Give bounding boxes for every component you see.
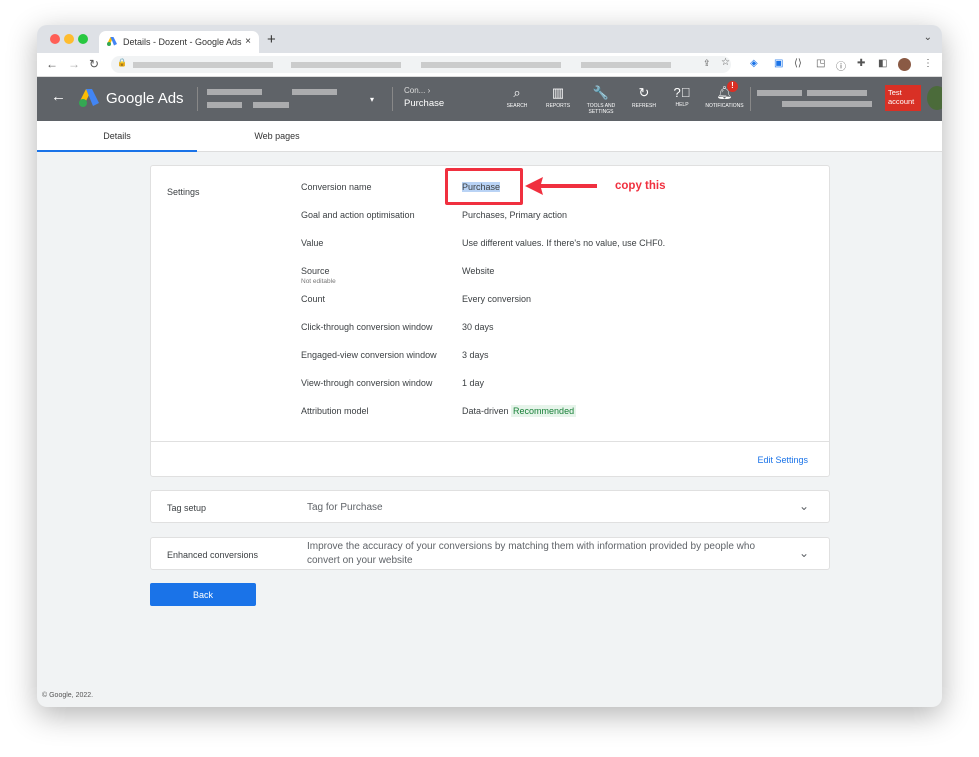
user-avatar[interactable] xyxy=(927,86,942,110)
extension-code-icon[interactable]: ⟨⟩ xyxy=(794,58,802,69)
settings-card: Settings Conversion name Purchase Goal and… xyxy=(150,165,830,477)
divider xyxy=(151,441,829,442)
profile-avatar[interactable] xyxy=(898,58,911,71)
setting-label: Source Not editable xyxy=(301,266,336,285)
address-bar-row: ← → ↻ 🔒 ⇪ ☆ ◈ ▣ ⟨⟩ ◳ ⓘ ✚ ◧ ⋮ xyxy=(37,53,942,77)
notifications-button[interactable]: 🔔︎ NOTIFICATIONS ! xyxy=(702,81,747,109)
recommended-badge: Recommended xyxy=(511,405,577,417)
extension-info-icon[interactable]: ⓘ xyxy=(836,58,846,73)
setting-label: View-through conversion window xyxy=(301,378,433,388)
tab-close-icon[interactable]: × xyxy=(245,36,251,47)
tools-settings-button[interactable]: 🔧 TOOLS AND SETTINGS xyxy=(581,85,621,115)
setting-value: Website xyxy=(462,266,495,276)
setting-value: Use different values. If there's no valu… xyxy=(462,238,666,248)
enhanced-conversions-panel[interactable]: Enhanced conversions Improve the accurac… xyxy=(150,537,830,570)
extension-icon[interactable]: ◳ xyxy=(816,58,825,69)
google-ads-logo-icon xyxy=(79,89,99,107)
test-account-badge: Test account xyxy=(885,85,921,111)
expand-chevron-icon[interactable]: ⌄ xyxy=(799,546,809,560)
search-button[interactable]: ⌕ SEARCH xyxy=(497,85,537,109)
refresh-icon: ↻ xyxy=(638,85,650,100)
help-button[interactable]: ?⃝ HELP xyxy=(662,85,702,108)
setting-label: Goal and action optimisation xyxy=(301,210,415,220)
notification-badge: ! xyxy=(727,81,738,92)
reports-button[interactable]: ▥ REPORTS xyxy=(538,85,578,109)
annotation-text: copy this xyxy=(615,180,666,192)
footer-copyright: © Google, 2022. xyxy=(42,692,94,699)
browser-tab[interactable]: Details - Dozent - Google Ads × xyxy=(99,31,259,53)
forward-arrow-icon[interactable]: → xyxy=(68,57,80,71)
setting-value: 30 days xyxy=(462,322,494,332)
setting-label: Click-through conversion window xyxy=(301,322,433,332)
page-tabs: Details Web pages xyxy=(37,121,942,152)
edit-settings-link[interactable]: Edit Settings xyxy=(757,455,808,465)
expand-chevron-icon[interactable]: ⌄ xyxy=(799,499,809,513)
setting-value: Data-driven Recommended xyxy=(462,405,577,417)
setting-value: Purchases, Primary action xyxy=(462,210,568,220)
google-ads-header: ← Google Ads ▾ Con... › Purchase ⌕ SEARCH… xyxy=(37,77,942,121)
url-input[interactable]: 🔒 ⇪ ☆ xyxy=(111,56,731,73)
setting-value: Every conversion xyxy=(462,294,532,304)
reload-icon[interactable]: ↻ xyxy=(89,57,99,71)
tab-web-pages[interactable]: Web pages xyxy=(197,131,357,141)
close-window-button[interactable] xyxy=(50,34,60,44)
account-dropdown-icon[interactable]: ▾ xyxy=(370,95,374,104)
extension-icon[interactable]: ◈ xyxy=(750,58,758,69)
tag-setup-panel[interactable]: Tag setup Tag for Purchase ⌄ xyxy=(150,490,830,523)
setting-value: 3 days xyxy=(462,350,489,360)
refresh-button[interactable]: ↻ REFRESH xyxy=(624,85,664,109)
breadcrumb-parent[interactable]: Con... › xyxy=(404,86,430,95)
breadcrumb-current: Purchase xyxy=(404,98,445,109)
search-icon: ⌕ xyxy=(513,85,521,100)
setting-label: Value xyxy=(301,238,324,248)
new-tab-button[interactable]: + xyxy=(267,31,276,48)
setting-label: Conversion name xyxy=(301,182,372,192)
setting-sublabel: Not editable xyxy=(301,278,336,285)
bookmark-star-icon[interactable]: ☆ xyxy=(721,57,730,68)
share-icon[interactable]: ⇪ xyxy=(703,58,711,69)
tab-title: Details - Dozent - Google Ads xyxy=(123,37,242,47)
annotation-highlight-box xyxy=(445,168,523,205)
setting-label: Engaged-view conversion window xyxy=(301,350,437,360)
panel-title: Enhanced conversions xyxy=(167,550,259,560)
panel-description: Tag for Purchase xyxy=(307,502,383,513)
back-arrow-icon[interactable]: ← xyxy=(51,88,66,105)
back-arrow-icon[interactable]: ← xyxy=(46,57,58,71)
menu-kebab-icon[interactable]: ⋮ xyxy=(923,58,933,69)
wrench-icon: 🔧 xyxy=(592,85,610,100)
reports-icon: ▥ xyxy=(551,85,565,100)
annotation-arrow-icon xyxy=(525,177,597,195)
browser-window: Details - Dozent - Google Ads × + ⌄ ← → … xyxy=(37,25,942,707)
tab-bar: Details - Dozent - Google Ads × + ⌄ xyxy=(37,25,942,53)
setting-value: 1 day xyxy=(462,378,485,388)
lock-icon: 🔒 xyxy=(117,58,127,67)
google-ads-favicon-icon xyxy=(107,37,117,46)
maximize-button[interactable] xyxy=(78,34,88,44)
setting-label: Count xyxy=(301,294,326,304)
side-panel-icon[interactable]: ◧ xyxy=(878,58,887,69)
tab-details[interactable]: Details xyxy=(37,131,197,152)
back-button[interactable]: Back xyxy=(150,583,256,606)
panel-title: Tag setup xyxy=(167,503,207,513)
help-icon: ?⃝ xyxy=(673,85,691,100)
brand-name: Google Ads xyxy=(106,90,184,107)
extension-icon[interactable]: ▣ xyxy=(774,58,783,69)
section-title: Settings xyxy=(167,187,200,197)
minimize-button[interactable] xyxy=(64,34,74,44)
extensions-puzzle-icon[interactable]: ✚ xyxy=(857,58,865,69)
setting-label: Attribution model xyxy=(301,406,369,416)
bell-icon: 🔔︎ xyxy=(716,85,733,100)
tab-search-chevron-icon[interactable]: ⌄ xyxy=(924,32,932,43)
panel-description: Improve the accuracy of your conversions… xyxy=(307,541,756,566)
